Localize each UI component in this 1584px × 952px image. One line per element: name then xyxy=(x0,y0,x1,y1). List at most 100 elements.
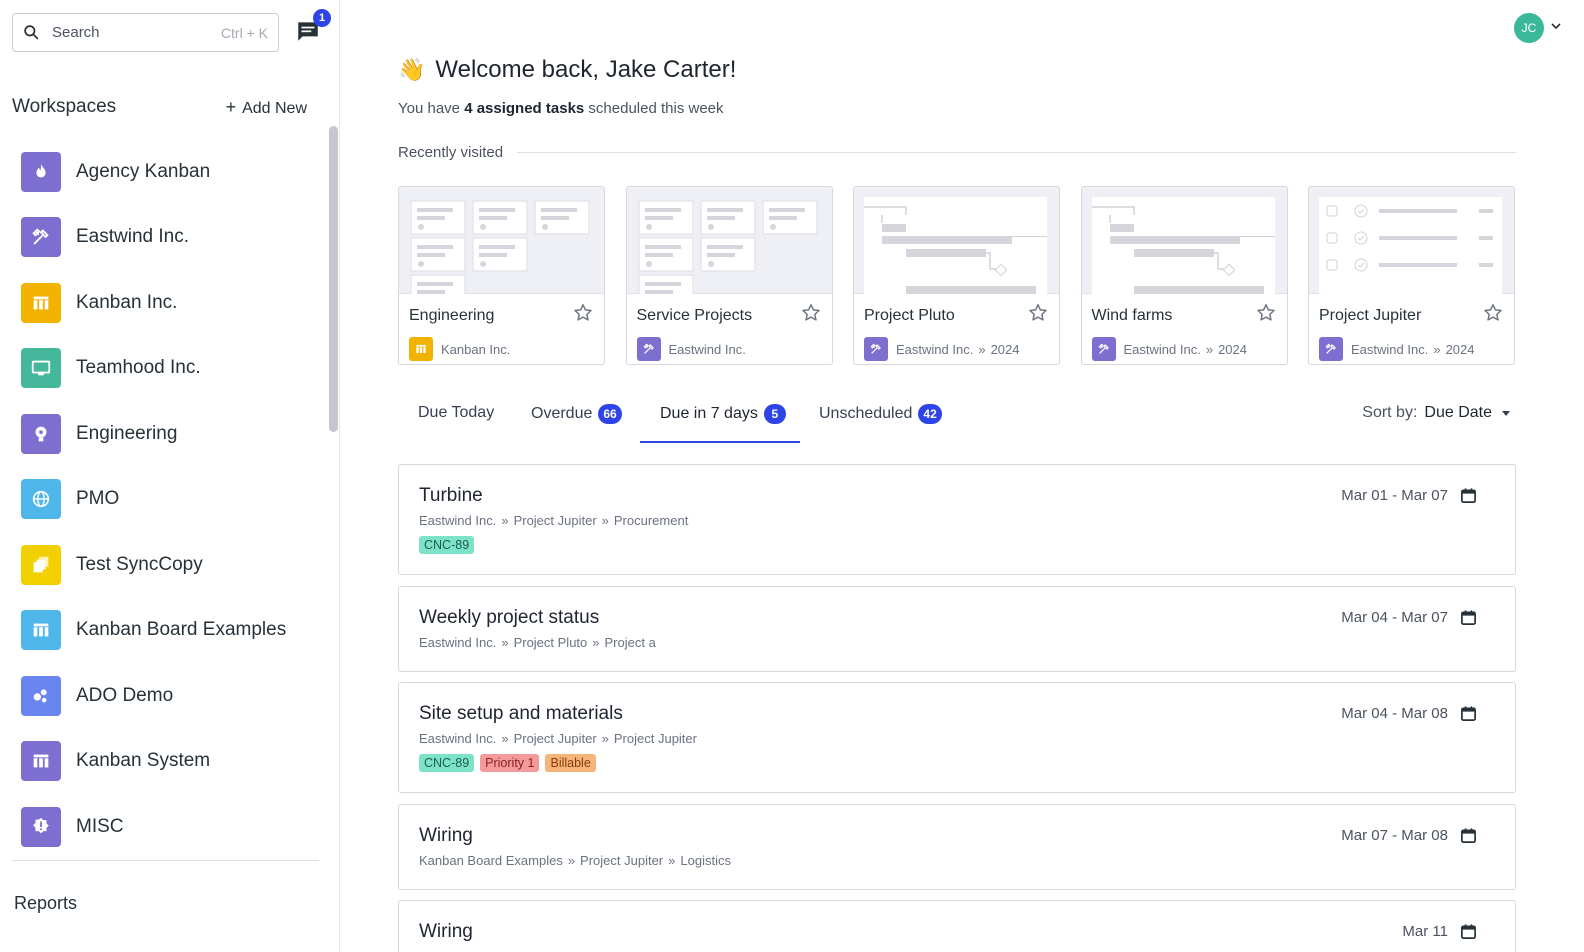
assigned-tasks-count: 4 assigned tasks xyxy=(464,100,585,117)
workspace-label: PMO xyxy=(76,488,120,510)
sidebar: Search Ctrl + K 1 Workspaces + Add New Ag… xyxy=(0,0,340,952)
breadcrumb-item[interactable]: Eastwind Inc. xyxy=(419,731,496,746)
workspace-icon xyxy=(21,610,61,651)
star-icon xyxy=(801,304,820,321)
task-date: Mar 04 - Mar 07 xyxy=(1341,608,1448,626)
task-card[interactable]: Wiring Mar 11 xyxy=(398,900,1516,952)
calendar-icon[interactable] xyxy=(1460,487,1477,504)
breadcrumb-item[interactable]: Kanban Board Examples xyxy=(419,853,563,868)
task-card[interactable]: Site setup and materials Eastwind Inc. » Pr… xyxy=(398,682,1516,793)
card-workspace: Eastwind Inc. xyxy=(668,341,746,357)
board-icon xyxy=(33,623,49,637)
task-date: Mar 07 - Mar 08 xyxy=(1341,826,1448,844)
recent-card[interactable]: Engineering Kanban Inc. xyxy=(398,186,605,365)
reports-section[interactable]: Reports xyxy=(14,893,77,914)
add-new-workspace-button[interactable]: + Add New xyxy=(226,97,307,118)
card-meta: Eastwind Inc. xyxy=(627,329,832,361)
tab-due-in-7-days[interactable]: Due in 7 days 5 xyxy=(660,404,786,424)
notification-badge: 1 xyxy=(313,9,331,27)
breadcrumb-item[interactable]: Project Pluto xyxy=(514,635,588,650)
search-placeholder: Search xyxy=(52,24,100,41)
breadcrumb-item[interactable]: Eastwind Inc. xyxy=(419,635,496,650)
search-input[interactable]: Search Ctrl + K xyxy=(12,13,279,52)
favorite-button[interactable] xyxy=(572,302,594,329)
breadcrumb-item[interactable]: Project Jupiter xyxy=(614,731,697,746)
workspace-label: Test SyncCopy xyxy=(76,553,203,575)
calendar-icon[interactable] xyxy=(1460,609,1477,626)
workspaces-header: Workspaces + Add New xyxy=(12,96,307,118)
notifications-button[interactable]: 1 xyxy=(295,9,331,48)
caret-down-icon xyxy=(1502,410,1510,416)
workspace-item[interactable]: MISC xyxy=(21,794,321,860)
task-tag: Billable xyxy=(545,754,596,772)
tab-due-today[interactable]: Due Today xyxy=(418,404,494,422)
user-avatar[interactable]: JC xyxy=(1514,13,1544,43)
calendar-icon[interactable] xyxy=(1460,923,1477,940)
task-card[interactable]: Wiring Kanban Board Examples » Project Jupi… xyxy=(398,803,1516,890)
tab-label: Due Today xyxy=(418,404,495,421)
card-title-row: Wind farms xyxy=(1082,294,1287,329)
card-meta: Eastwind Inc.» 2024 xyxy=(1309,329,1514,361)
card-workspace: Eastwind Inc. xyxy=(1123,341,1201,357)
active-tab-indicator xyxy=(640,441,800,443)
workspace-item[interactable]: Test SyncCopy xyxy=(21,532,321,598)
tab-overdue[interactable]: Overdue 66 xyxy=(531,404,622,424)
workspace-item[interactable]: Engineering xyxy=(21,401,321,467)
favorite-button[interactable] xyxy=(1027,302,1049,329)
recent-cards: Engineering Kanban Inc. Service Projects… xyxy=(398,186,1536,365)
card-title-row: Project Jupiter xyxy=(1309,294,1514,329)
breadcrumb-item[interactable]: Eastwind Inc. xyxy=(419,513,496,528)
card-meta: Kanban Inc. xyxy=(399,329,604,361)
card-year: 2024 xyxy=(1445,341,1475,357)
task-card[interactable]: Turbine Eastwind Inc. » Project Jupiter » Pro… xyxy=(398,464,1516,575)
workspace-label: Eastwind Inc. xyxy=(76,226,189,248)
card-thumbnail xyxy=(1309,187,1514,294)
chevron-down-icon[interactable] xyxy=(1550,20,1562,32)
alert-badge-icon xyxy=(33,817,49,834)
task-date: Mar 04 - Mar 08 xyxy=(1341,705,1448,722)
breadcrumb-item[interactable]: Project Jupiter xyxy=(580,853,663,868)
workspace-item[interactable]: Kanban Inc. xyxy=(21,270,321,336)
star-icon xyxy=(574,304,592,321)
board-icon xyxy=(33,754,49,768)
breadcrumb-item[interactable]: Project Jupiter xyxy=(514,513,597,528)
workspace-icon xyxy=(21,741,61,782)
task-name: Site setup and materials xyxy=(419,703,623,724)
favorite-button[interactable] xyxy=(1255,302,1277,329)
breadcrumb-separator: » xyxy=(978,341,986,357)
tab-unscheduled[interactable]: Unscheduled 42 xyxy=(819,404,942,424)
subtitle-suffix: scheduled this week xyxy=(584,100,724,117)
task-card[interactable]: Weekly project status Eastwind Inc. » Proje… xyxy=(398,585,1516,672)
sort-dropdown[interactable]: Sort by: Due Date xyxy=(1362,404,1510,422)
globe-icon xyxy=(32,491,50,508)
card-title-row: Project Pluto xyxy=(854,294,1059,329)
breadcrumb-item[interactable]: Procurement xyxy=(614,513,688,528)
calendar-icon[interactable] xyxy=(1460,827,1477,844)
breadcrumb-item[interactable]: Logistics xyxy=(680,853,731,868)
favorite-button[interactable] xyxy=(800,302,822,329)
recently-visited-header: Recently visited xyxy=(398,144,1516,161)
workspace-item[interactable]: Teamhood Inc. xyxy=(21,336,321,402)
card-title: Wind farms xyxy=(1091,306,1173,324)
workspace-item[interactable]: PMO xyxy=(21,467,321,533)
breadcrumb-item[interactable]: Project a xyxy=(605,635,656,650)
workspace-item[interactable]: Kanban Board Examples xyxy=(21,598,321,664)
recent-card[interactable]: Project Jupiter Eastwind Inc.» 2024 xyxy=(1308,186,1515,365)
sidebar-scrollbar[interactable] xyxy=(329,126,338,432)
workspace-item[interactable]: ADO Demo xyxy=(21,663,321,729)
favorite-button[interactable] xyxy=(1482,302,1504,329)
card-workspace: Eastwind Inc. xyxy=(896,341,974,357)
task-date: Mar 11 xyxy=(1402,923,1448,940)
workspace-item[interactable]: Kanban System xyxy=(21,729,321,795)
workspace-item[interactable]: Agency Kanban xyxy=(21,139,321,205)
tools-icon xyxy=(1325,343,1336,354)
card-thumbnail xyxy=(854,187,1059,294)
recent-card[interactable]: Service Projects Eastwind Inc. xyxy=(625,186,833,365)
recent-card[interactable]: Project Pluto Eastwind Inc.» 2024 xyxy=(853,186,1060,365)
divider xyxy=(517,152,1516,153)
calendar-icon[interactable] xyxy=(1460,705,1477,722)
breadcrumb-item[interactable]: Project Jupiter xyxy=(514,731,597,746)
recent-card[interactable]: Wind farms Eastwind Inc.» 2024 xyxy=(1080,186,1288,365)
main-content: JC 👋 Welcome back, Jake Carter! You have… xyxy=(340,0,1584,952)
workspace-item[interactable]: Eastwind Inc. xyxy=(21,205,321,271)
